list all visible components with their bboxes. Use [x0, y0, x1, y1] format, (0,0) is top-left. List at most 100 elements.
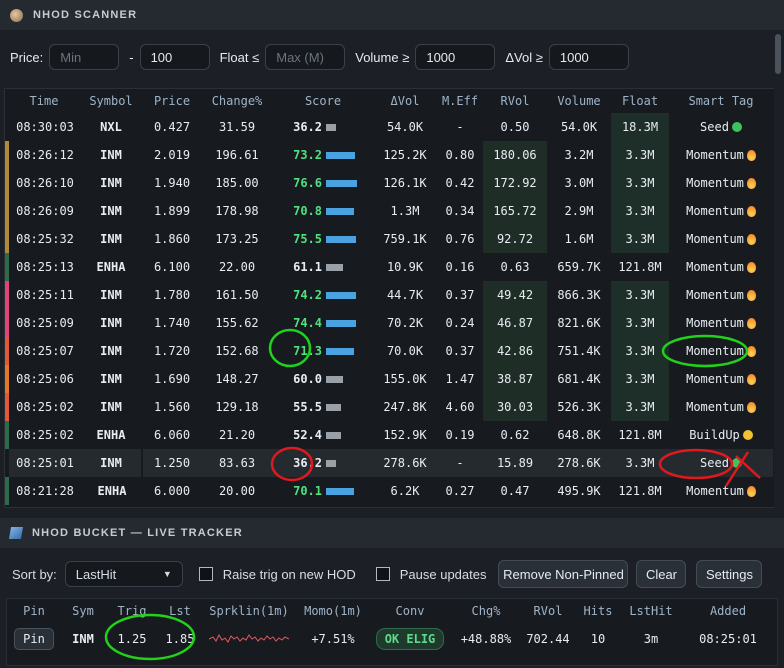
table-row[interactable]: 08:25:13 ENHA 6.100 22.00 61.1 10.9K 0.16 0.63 6…	[5, 253, 773, 281]
cell-change: 83.63	[201, 449, 273, 477]
column-header[interactable]: RVol	[483, 89, 547, 113]
column-header[interactable]: Symbol	[81, 89, 143, 113]
table-row[interactable]: 08:25:11 INM 1.780 161.50 74.2 44.7K 0.37 49.42…	[5, 281, 773, 309]
table-row[interactable]: 08:25:01 INM 1.250 83.63 36.2 278.6K -15.89 278…	[7, 449, 773, 477]
cell-meff: 0.42	[445, 176, 475, 190]
column-header[interactable]: Time	[7, 89, 81, 113]
fire-icon	[746, 373, 756, 385]
dvol-min-input[interactable]: 1000	[548, 44, 629, 70]
cell-dvol: 125.2K	[383, 148, 427, 162]
cell-price: 0.427	[153, 120, 191, 134]
cell-price: 6.000	[153, 484, 191, 498]
dvol-label: ΔVol ≥	[505, 49, 543, 65]
cell-smart-tag: BuildUp	[669, 421, 773, 449]
table-row[interactable]: 08:26:10 INM 1.940 185.00 76.6 126.1K 0.42 172.…	[5, 169, 773, 197]
cell-float: 121.8M	[618, 484, 662, 498]
table-row[interactable]: 08:25:07 INM 1.720 152.68 71.3 70.0K 0.37 42.86…	[5, 337, 773, 365]
column-header[interactable]: Float	[611, 89, 669, 113]
column-header[interactable]: Price	[143, 89, 201, 113]
cell-dvol: 247.8K	[383, 400, 427, 414]
scanner-grid: Time Symbol Price Change% Score ΔVol M.Eff RVol…	[4, 88, 778, 508]
cell-float: 121.8M	[618, 428, 662, 442]
bucket-column-header[interactable]: LstHit	[621, 599, 681, 623]
cell-rvol: 180.06	[483, 141, 547, 169]
cell-change: 155.62	[215, 316, 259, 330]
cell-time: 08:25:02	[5, 393, 81, 421]
column-header[interactable]: M.Eff	[437, 89, 483, 113]
cell-change: 31.59	[218, 120, 256, 134]
column-header[interactable]: Volume	[547, 89, 611, 113]
cell-time: 08:25:01	[7, 449, 81, 477]
smart-tag-label: BuildUp	[689, 428, 740, 442]
column-header[interactable]: Smart Tag	[669, 89, 773, 113]
cell-float: 3.3M	[611, 141, 669, 169]
fire-icon	[746, 261, 756, 273]
table-row[interactable]: 08:25:09 INM 1.740 155.62 74.4 70.2K 0.24 46.87…	[5, 309, 773, 337]
bucket-column-header[interactable]: Momo(1m)	[297, 599, 369, 623]
cell-meff: 0.34	[445, 204, 475, 218]
float-max-input[interactable]: Max (M)	[265, 44, 346, 70]
table-row[interactable]: 08:30:03 NXL 0.427 31.59 36.2 54.0K - 0.50 54.0K…	[7, 113, 773, 141]
volume-min-input[interactable]: 1000	[415, 44, 496, 70]
cell-volume: 3.0M	[564, 176, 594, 190]
bucket-column-header[interactable]: Added	[681, 599, 775, 623]
bucket-column-header[interactable]: Trig	[105, 599, 159, 623]
sort-select[interactable]: LastHit ▼	[64, 561, 183, 587]
cell-volume: 681.4K	[557, 372, 601, 386]
pin-button[interactable]: Pin	[14, 628, 54, 650]
table-row[interactable]: 08:26:09 INM 1.899 178.98 70.8 1.3M 0.34 165.72…	[5, 197, 773, 225]
score-value: 36.2	[293, 456, 322, 470]
fire-icon	[746, 289, 756, 301]
price-max-input[interactable]: 100	[139, 44, 210, 70]
smart-tag-label: Momentum	[686, 148, 744, 162]
table-row[interactable]: 08:25:32 INM 1.860 173.25 75.5 759.1K 0.76 92.7…	[5, 225, 773, 253]
table-row[interactable]: 08:25:06 INM 1.690 148.27 60.0 155.0K 1.47 38.8…	[5, 365, 773, 393]
score-bar	[326, 431, 341, 439]
cell-price: 1.899	[153, 204, 191, 218]
score-value: 61.1	[293, 260, 322, 274]
settings-button[interactable]: Settings	[696, 560, 763, 588]
remove-non-pinned-button[interactable]: Remove Non-Pinned	[498, 560, 629, 588]
bucket-column-header[interactable]: Lst	[159, 599, 201, 623]
app-logo-icon	[10, 8, 23, 22]
table-row[interactable]: 08:21:28 ENHA 6.000 20.00 70.1 6.2K 0.27 0.47 49…	[5, 477, 773, 505]
pause-updates-checkbox[interactable]	[375, 567, 390, 581]
cell-smart-tag: Momentum	[669, 365, 773, 393]
table-row[interactable]: 08:26:12 INM 2.019 196.61 73.2 125.2K 0.80 180.…	[5, 141, 773, 169]
bucket-column-header[interactable]: Sym	[61, 599, 105, 623]
bucket-row[interactable]: Pin INM 1.25 1.85 +7.51% OK ELIG +48.88%…	[7, 623, 775, 655]
score-value: 70.8	[293, 204, 322, 218]
cell-symbol: INM	[100, 204, 122, 218]
scanner-scrollbar[interactable]	[774, 30, 782, 510]
bucket-column-header[interactable]: Conv	[369, 599, 451, 623]
cell-smart-tag: Momentum	[669, 225, 773, 253]
cell-time: 08:26:09	[5, 197, 81, 225]
column-header[interactable]: Score	[273, 89, 373, 113]
bucket-column-header[interactable]: Pin	[7, 599, 61, 623]
cell-meff: 0.37	[445, 288, 475, 302]
raise-trig-checkbox[interactable]	[198, 567, 213, 581]
cell-volume: 3.2M	[564, 148, 594, 162]
sort-label: Sort by:	[12, 566, 57, 582]
cell-change: 129.18	[215, 400, 259, 414]
cell-volume: 2.9M	[564, 204, 594, 218]
filter-bar: Price: Min - 100 Float ≤ Max (M) Volume …	[0, 40, 770, 74]
column-header[interactable]: ΔVol	[373, 89, 437, 113]
score-bar	[326, 207, 354, 215]
cell-change: 173.25	[215, 232, 259, 246]
bucket-column-header[interactable]: Hits	[575, 599, 621, 623]
cell-rvol: 0.63	[500, 260, 530, 274]
price-min-input[interactable]: Min	[49, 44, 120, 70]
clear-button[interactable]: Clear	[636, 560, 687, 588]
fire-icon	[746, 317, 756, 329]
scrollbar-thumb[interactable]	[775, 34, 781, 74]
table-row[interactable]: 08:25:02 ENHA 6.060 21.20 52.4 152.9K 0.19 0.62…	[5, 421, 773, 449]
bucket-column-header[interactable]: RVol	[521, 599, 575, 623]
bucket-column-header[interactable]: Chg%	[451, 599, 521, 623]
column-header[interactable]: Change%	[201, 89, 273, 113]
cell-score: 61.1	[273, 253, 373, 281]
cell-time: 08:25:07	[5, 337, 81, 365]
bucket-column-header[interactable]: Sprklin(1m)	[201, 599, 297, 623]
bucket-hits: 10	[590, 632, 606, 646]
table-row[interactable]: 08:25:02 INM 1.560 129.18 55.5 247.8K 4.60 30.0…	[5, 393, 773, 421]
